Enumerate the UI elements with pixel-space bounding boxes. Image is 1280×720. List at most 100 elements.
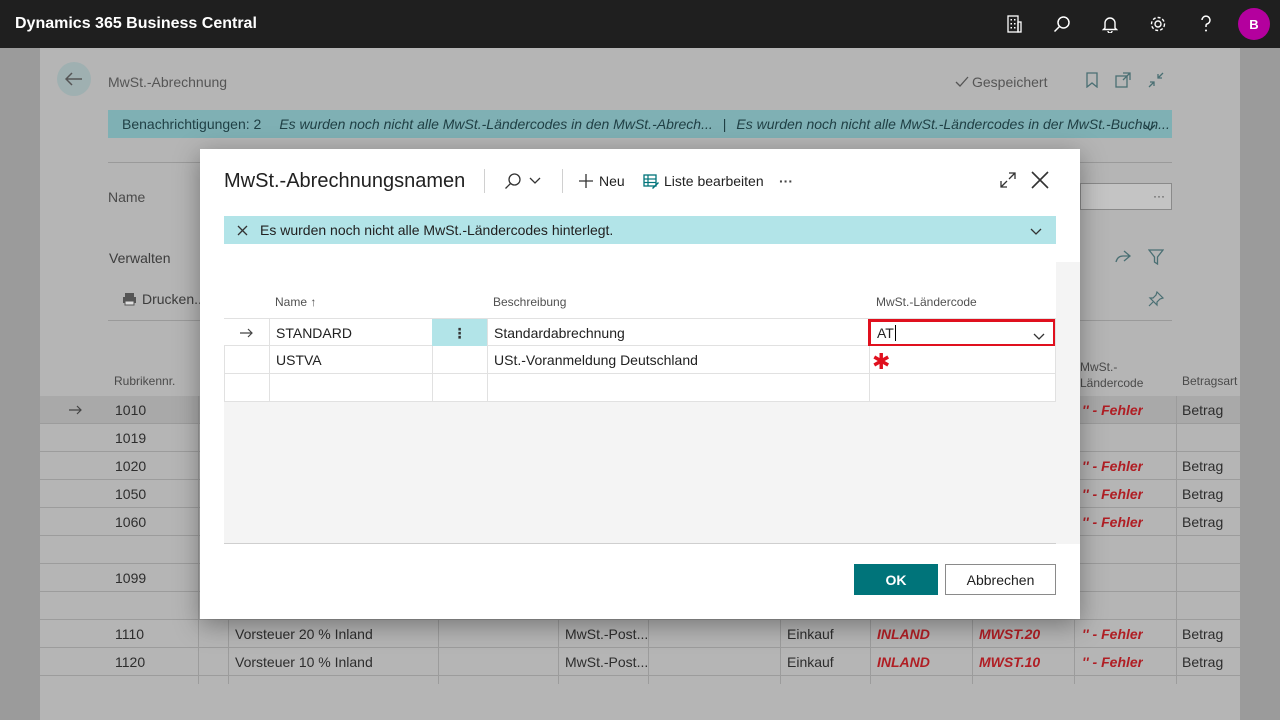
edit-list-icon (643, 173, 664, 189)
cancel-button[interactable]: Abbrechen (945, 564, 1056, 595)
cell-divider (432, 374, 433, 402)
row-name[interactable]: STANDARD (276, 319, 352, 347)
more-options-button[interactable]: ··· (779, 171, 793, 191)
avatar[interactable]: B (1238, 8, 1270, 40)
cell-divider (1055, 319, 1056, 347)
row-description: Vorsteuer 20 % Inland (235, 626, 373, 642)
row-gen-posting: Einkauf (787, 626, 834, 642)
row-prod-posting: MWST.10 (979, 654, 1041, 670)
cell-divider (269, 319, 270, 347)
row-actions-icon[interactable]: ⋮ (432, 319, 487, 347)
row-nr: 1110 (115, 626, 145, 642)
close-icon[interactable] (224, 225, 260, 236)
row-nr: 1050 (115, 486, 147, 502)
search-icon[interactable] (1038, 0, 1086, 48)
gear-icon[interactable] (1134, 0, 1182, 48)
table-row[interactable]: STANDARD ⋮ Standardabrechnung AT (224, 318, 1056, 347)
column-divider (438, 620, 439, 684)
table-row[interactable]: 1110 Vorsteuer 20 % Inland MwSt.-Post...… (40, 620, 1240, 648)
notice-text: Es wurden noch nicht alle MwSt.-Länderco… (260, 222, 614, 238)
row-nr: 1019 (115, 430, 147, 446)
column-divider (870, 620, 871, 684)
ok-button[interactable]: OK (854, 564, 938, 595)
saved-label: Gespeichert (972, 74, 1048, 90)
names-grid: Name ↑ Beschreibung MwSt.-Ländercode STA… (224, 262, 1080, 544)
name-field[interactable]: ··· (1080, 183, 1172, 210)
bell-icon[interactable] (1086, 0, 1134, 48)
table-row[interactable] (224, 374, 1056, 402)
new-button[interactable]: Neu (578, 171, 625, 191)
bookmark-icon[interactable] (1086, 72, 1098, 91)
notice-bar[interactable]: Es wurden noch nicht alle MwSt.-Länderco… (224, 216, 1056, 244)
column-description[interactable]: Beschreibung (493, 295, 566, 309)
search-button[interactable] (504, 171, 546, 191)
row-name[interactable]: USTVA (276, 346, 322, 374)
filter-icon[interactable] (1147, 249, 1165, 268)
required-asterisk-icon: ✱ (872, 349, 891, 374)
close-icon[interactable] (1031, 171, 1049, 192)
open-new-window-icon[interactable] (1115, 72, 1131, 91)
toolbar-separator (562, 169, 563, 193)
collapse-icon[interactable] (1148, 72, 1164, 91)
cell-divider (487, 374, 488, 402)
cell-divider (1055, 374, 1056, 402)
notification-message-2[interactable]: Es wurden noch nicht alle MwSt.-Länderco… (736, 116, 1169, 132)
row-amount: Betrag (1182, 458, 1224, 474)
column-divider (558, 620, 559, 684)
row-error: '' - Fehler (1082, 458, 1144, 474)
name-field-more[interactable]: ··· (1153, 189, 1165, 203)
notification-bar[interactable]: Benachrichtigungen: 2 Es wurden noch nic… (108, 110, 1172, 138)
row-nr: 1010 (115, 402, 147, 418)
row-amount: Betrag (1182, 514, 1224, 530)
column-name-label: Name (275, 295, 308, 309)
chevron-down-icon[interactable] (1144, 119, 1156, 135)
row-description[interactable]: Standardabrechnung (494, 319, 625, 347)
cell-divider (1055, 346, 1056, 374)
row-type: MwSt.-Post... (565, 654, 649, 670)
footer-divider (224, 543, 1056, 544)
edit-list-label: Liste bearbeiten (664, 173, 764, 189)
cell-divider (869, 346, 870, 374)
help-icon[interactable] (1182, 0, 1230, 48)
table-row[interactable]: USTVA USt.-Voranmeldung Deutschland ✱ (224, 346, 1056, 374)
cell-divider (432, 346, 433, 374)
building-icon[interactable] (990, 0, 1038, 48)
row-error: '' - Fehler (1082, 402, 1144, 418)
notification-message-1[interactable]: Es wurden noch nicht alle MwSt.-Länderco… (279, 116, 712, 132)
row-amount: Betrag (1182, 486, 1224, 502)
expand-icon[interactable] (999, 171, 1017, 192)
column-laender-line2: Ländercode (1080, 376, 1144, 390)
share-icon[interactable] (1115, 250, 1132, 267)
column-divider (780, 620, 781, 684)
edit-list-button[interactable]: Liste bearbeiten (643, 171, 764, 191)
text-cursor (894, 325, 896, 341)
country-code-value: AT (877, 325, 894, 341)
row-amount: Betrag (1182, 654, 1224, 670)
column-divider (648, 620, 649, 684)
row-type: MwSt.-Post... (565, 626, 649, 642)
table-row[interactable]: 1120 Vorsteuer 10 % Inland MwSt.-Post...… (40, 648, 1240, 676)
row-error: '' - Fehler (1082, 626, 1144, 642)
row-arrow-icon (239, 319, 253, 347)
row-error: '' - Fehler (1082, 514, 1144, 530)
chevron-down-icon[interactable] (1033, 328, 1045, 344)
grid-header: Name ↑ Beschreibung MwSt.-Ländercode (224, 262, 1056, 318)
chevron-down-icon (529, 177, 546, 185)
dialog-title: MwSt.-Abrechnungsnamen (224, 170, 466, 192)
print-button[interactable]: Drucken... (122, 291, 206, 307)
column-divider (1176, 396, 1177, 684)
saved-status: Gespeichert (955, 74, 1047, 90)
column-rubrik: Rubrikennr. (114, 374, 176, 388)
column-name[interactable]: Name ↑ (275, 295, 316, 309)
pin-icon[interactable] (1148, 290, 1165, 310)
cell-divider (269, 374, 270, 402)
column-country-code[interactable]: MwSt.-Ländercode (876, 295, 977, 309)
country-code-input[interactable]: AT (868, 319, 1056, 347)
row-amount: Betrag (1182, 402, 1224, 418)
row-description[interactable]: USt.-Voranmeldung Deutschland (494, 346, 698, 374)
row-error: '' - Fehler (1082, 486, 1144, 502)
chevron-down-icon[interactable] (1030, 223, 1042, 239)
tab-verwalten[interactable]: Verwalten (109, 250, 170, 266)
app-title[interactable]: Dynamics 365 Business Central (15, 15, 257, 33)
back-arrow-icon[interactable] (57, 62, 91, 96)
